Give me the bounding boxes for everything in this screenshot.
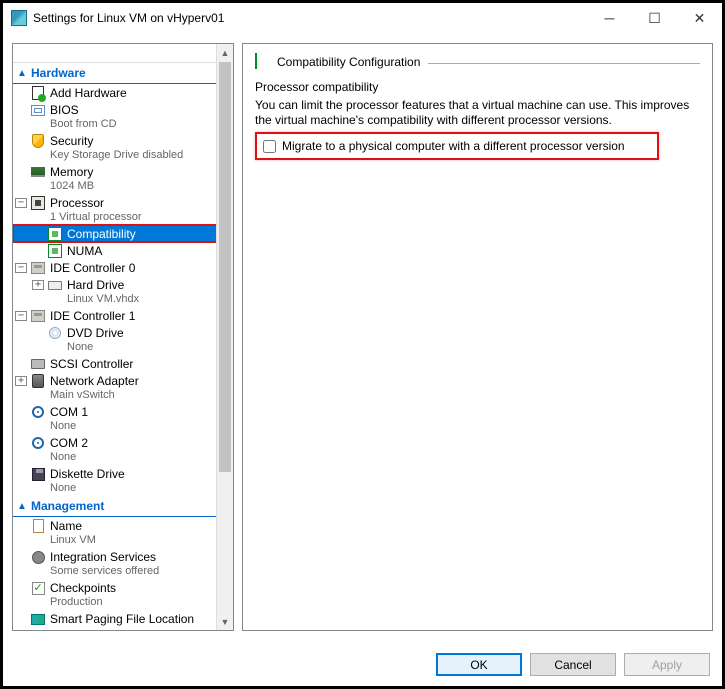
tree-com2[interactable]: COM 2 None (13, 434, 233, 465)
serial-port-icon (30, 435, 46, 451)
smartpaging-icon (30, 611, 46, 627)
tree-name[interactable]: Name Linux VM (13, 517, 233, 548)
tree-scsi[interactable]: SCSI Controller (13, 355, 233, 372)
migrate-checkbox-label[interactable]: Migrate to a physical computer with a di… (282, 139, 625, 153)
dialog-buttons: OK Cancel Apply (436, 653, 710, 676)
tree-dvd[interactable]: DVD Drive None (13, 324, 233, 355)
expander-icon[interactable]: − (15, 263, 27, 273)
expander-icon[interactable]: + (15, 376, 27, 386)
collapse-icon: ▲ (17, 68, 29, 79)
content-panel: Compatibility Configuration Processor co… (242, 43, 713, 631)
tree-smartpaging[interactable]: Smart Paging File Location (13, 610, 233, 627)
expander-icon[interactable]: − (15, 198, 27, 208)
serial-port-icon (30, 404, 46, 420)
chip-icon (47, 243, 63, 259)
cancel-button[interactable]: Cancel (530, 653, 616, 676)
scroll-up-icon[interactable]: ▲ (217, 44, 233, 61)
close-button[interactable]: ✕ (677, 3, 722, 33)
section-hardware[interactable]: ▲ Hardware (13, 63, 233, 84)
processor-compat-group: Processor compatibility You can limit th… (255, 80, 700, 160)
tree-diskette[interactable]: Diskette Drive None (13, 465, 233, 496)
tree-scrollbar[interactable]: ▲ ▼ (216, 44, 233, 630)
floppy-icon (30, 466, 46, 482)
tree-add-hardware[interactable]: Add Hardware (13, 84, 233, 101)
tree-ide1[interactable]: −IDE Controller 1 (13, 307, 233, 324)
shield-icon (30, 133, 46, 149)
tree-checkpoints[interactable]: Checkpoints Production (13, 579, 233, 610)
tree-bios[interactable]: BIOS Boot from CD (13, 101, 233, 132)
chip-icon (255, 54, 271, 70)
chip-icon (47, 226, 63, 242)
scroll-down-icon[interactable]: ▼ (217, 613, 233, 630)
tree-security[interactable]: Security Key Storage Drive disabled (13, 132, 233, 163)
processor-icon (30, 195, 46, 211)
dialog-body: ▼ ▲ Hardware Add Hardware BIOS Boot from… (3, 33, 722, 686)
checkpoint-icon (30, 580, 46, 596)
tree-integration[interactable]: Integration Services Some services offer… (13, 548, 233, 579)
migrate-checkbox[interactable] (263, 140, 276, 153)
group-description: You can limit the processor features tha… (255, 98, 700, 128)
memory-icon (30, 164, 46, 180)
ok-button[interactable]: OK (436, 653, 522, 676)
gear-icon (30, 549, 46, 565)
group-label: Processor compatibility (255, 80, 700, 94)
titlebar: Settings for Linux VM on vHyperv01 ─ ☐ ✕ (3, 3, 722, 33)
tree-ide0[interactable]: −IDE Controller 0 (13, 259, 233, 276)
add-hardware-icon (30, 85, 46, 101)
scroll-thumb[interactable] (219, 62, 231, 472)
section-label: Management (31, 499, 104, 513)
apply-button: Apply (624, 653, 710, 676)
window-title: Settings for Linux VM on vHyperv01 (33, 11, 587, 25)
settings-tree[interactable]: ▼ ▲ Hardware Add Hardware BIOS Boot from… (12, 43, 234, 631)
harddrive-icon (47, 277, 63, 293)
expander-icon[interactable]: − (15, 311, 27, 321)
tree-harddrive[interactable]: +Hard Drive Linux VM.vhdx (13, 276, 233, 307)
network-icon (30, 373, 46, 389)
tree-compatibility[interactable]: Compatibility (13, 225, 233, 242)
tree-memory[interactable]: Memory 1024 MB (13, 163, 233, 194)
tree-com1[interactable]: COM 1 None (13, 403, 233, 434)
app-icon (11, 10, 27, 26)
vm-selector-dropdown[interactable]: ▼ (13, 44, 233, 63)
maximize-button[interactable]: ☐ (632, 3, 677, 33)
minimize-button[interactable]: ─ (587, 3, 632, 33)
section-label: Hardware (31, 66, 86, 80)
ide-icon (30, 308, 46, 324)
collapse-icon: ▲ (17, 501, 29, 512)
section-management[interactable]: ▲ Management (13, 496, 233, 517)
name-icon (30, 518, 46, 534)
tree-numa[interactable]: NUMA (13, 242, 233, 259)
expander-icon[interactable]: + (32, 280, 44, 290)
bios-icon (30, 102, 46, 118)
scsi-icon (30, 356, 46, 372)
disc-icon (47, 325, 63, 341)
tree-network[interactable]: +Network Adapter Main vSwitch (13, 372, 233, 403)
ide-icon (30, 260, 46, 276)
migrate-checkbox-row: Migrate to a physical computer with a di… (255, 132, 659, 160)
settings-window: Settings for Linux VM on vHyperv01 ─ ☐ ✕… (0, 0, 725, 689)
tree-processor[interactable]: −Processor 1 Virtual processor (13, 194, 233, 225)
divider (428, 63, 700, 64)
content-title: Compatibility Configuration (277, 55, 420, 69)
